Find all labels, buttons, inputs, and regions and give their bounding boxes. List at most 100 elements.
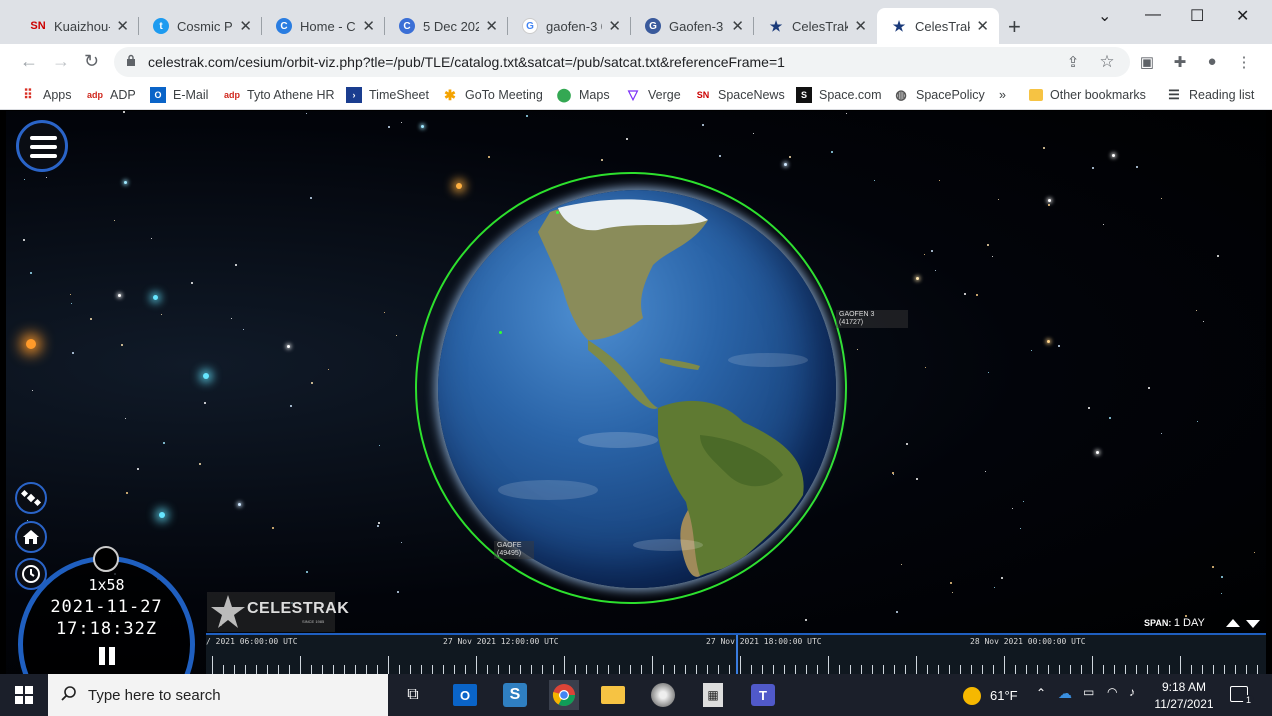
timeline-bar[interactable]: / 2021 06:00:00 UTC 27 Nov 2021 12:00:00… bbox=[206, 633, 1266, 674]
cesium-viewer[interactable]: GAOFEN 3 (41727) GAOFE (49495) 1x58 2021… bbox=[6, 111, 1266, 674]
tab-home[interactable]: C Home - Car ✕ bbox=[262, 8, 385, 44]
globe[interactable] bbox=[415, 172, 847, 604]
timeline-tick bbox=[696, 665, 697, 674]
satellite-label-gaofen3[interactable]: GAOFEN 3 (41727) bbox=[836, 310, 908, 328]
taskbar-search-box[interactable]: Type here to search bbox=[48, 674, 388, 716]
satellite-view-button[interactable] bbox=[15, 482, 47, 514]
close-window-button[interactable]: ✕ bbox=[1236, 6, 1249, 26]
timeline-tick bbox=[905, 665, 906, 674]
hamburger-menu-button[interactable] bbox=[16, 120, 68, 172]
bookmark-email[interactable]: O E-Mail bbox=[150, 85, 208, 105]
forward-button[interactable]: → bbox=[52, 51, 70, 72]
star bbox=[400, 541, 402, 543]
apps-grid-icon: ⠿ bbox=[23, 87, 33, 102]
clock-date[interactable]: 11/27/2021 bbox=[1150, 697, 1218, 711]
battery-icon[interactable]: ▭ bbox=[1083, 685, 1094, 699]
timeline-tick bbox=[971, 665, 972, 674]
tray-chevron-icon[interactable]: ⌃ bbox=[1036, 686, 1046, 700]
zoom-in-arrow[interactable] bbox=[1226, 619, 1240, 627]
bookmark-apps[interactable]: ⠿ Apps bbox=[20, 85, 71, 105]
bookmark-star-icon[interactable]: ☆ bbox=[1098, 52, 1116, 71]
file-explorer-icon[interactable] bbox=[598, 680, 628, 710]
star bbox=[230, 317, 232, 319]
wifi-icon[interactable]: ◠ bbox=[1107, 685, 1117, 699]
close-icon[interactable]: ✕ bbox=[608, 17, 621, 35]
reload-button[interactable]: ↻ bbox=[84, 51, 99, 72]
close-icon[interactable]: ✕ bbox=[731, 17, 744, 35]
star bbox=[1196, 420, 1198, 422]
bookmark-tyto[interactable]: adp Tyto Athene HR bbox=[224, 85, 335, 105]
satellite-marker[interactable] bbox=[556, 211, 559, 214]
bookmark-timesheet[interactable]: › TimeSheet bbox=[346, 85, 429, 105]
satellite-icon bbox=[21, 489, 41, 507]
extension-icon[interactable]: ▣ bbox=[1138, 53, 1156, 71]
satellite-marker[interactable] bbox=[499, 331, 502, 334]
bookmark-label: SpaceNews bbox=[718, 88, 785, 102]
tab-cosmic[interactable]: t Cosmic Per ✕ bbox=[139, 8, 262, 44]
home-view-button[interactable] bbox=[15, 521, 47, 553]
bookmark-verge[interactable]: ▽ Verge bbox=[625, 85, 681, 105]
maximize-button[interactable]: ☐ bbox=[1190, 6, 1204, 26]
tab-5dec[interactable]: C 5 Dec 2021 ✕ bbox=[385, 8, 508, 44]
sigma-app-icon[interactable]: S bbox=[500, 680, 530, 710]
bookmarks-overflow-button[interactable]: » bbox=[999, 85, 1006, 105]
task-view-icon[interactable]: ⧉ bbox=[398, 680, 428, 710]
star bbox=[952, 591, 954, 593]
speed-knob[interactable] bbox=[93, 546, 119, 572]
star bbox=[114, 220, 116, 222]
disc-app-icon[interactable] bbox=[648, 680, 678, 710]
tab-kuaizhou[interactable]: SN Kuaizhou-1 ✕ bbox=[16, 8, 139, 44]
chrome-app-icon[interactable] bbox=[549, 680, 579, 710]
share-icon[interactable]: ⇪ bbox=[1064, 53, 1082, 71]
tab-celestrak[interactable]: ★ CelesTrak ✕ bbox=[754, 8, 877, 44]
star bbox=[30, 272, 33, 275]
star bbox=[1160, 433, 1162, 434]
outlook-app-icon[interactable]: O bbox=[450, 680, 480, 710]
timeline-needle[interactable] bbox=[736, 635, 738, 674]
close-icon[interactable]: ✕ bbox=[239, 17, 252, 35]
star bbox=[783, 162, 787, 166]
weather-temp[interactable]: 61°F bbox=[990, 688, 1018, 703]
other-bookmarks[interactable]: Other bookmarks bbox=[1029, 85, 1146, 105]
tab-gaofen[interactable]: G Gaofen-3 - ✕ bbox=[631, 8, 754, 44]
star bbox=[526, 115, 529, 118]
tab-search-icon[interactable]: ⌄ bbox=[1098, 6, 1111, 26]
clock-time[interactable]: 9:18 AM bbox=[1150, 680, 1218, 694]
bookmark-maps[interactable]: ⬤ Maps bbox=[556, 85, 610, 105]
windows-start-icon[interactable] bbox=[15, 686, 33, 704]
close-icon[interactable]: ✕ bbox=[362, 17, 375, 35]
star bbox=[46, 177, 48, 179]
star bbox=[204, 402, 207, 405]
bookmark-goto[interactable]: ✱ GoTo Meeting bbox=[442, 85, 543, 105]
close-icon[interactable]: ✕ bbox=[976, 17, 989, 35]
star bbox=[984, 471, 986, 473]
close-icon[interactable]: ✕ bbox=[485, 17, 498, 35]
g-icon: G bbox=[645, 18, 661, 34]
tab-celestrak-active[interactable]: ★ CelesTrak ( ✕ bbox=[877, 8, 999, 44]
profile-avatar-icon[interactable]: ● bbox=[1203, 53, 1221, 71]
close-icon[interactable]: ✕ bbox=[116, 17, 129, 35]
address-bar[interactable]: celestrak.com/cesium/orbit-viz.php?tle=/… bbox=[114, 47, 1130, 77]
volume-icon[interactable]: ♪ bbox=[1129, 685, 1135, 699]
close-icon[interactable]: ✕ bbox=[854, 17, 867, 35]
back-button[interactable]: ← bbox=[20, 51, 38, 72]
weather-sun-icon[interactable] bbox=[963, 687, 981, 705]
bookmark-spacecom[interactable]: S Space.com bbox=[796, 85, 882, 105]
timeline-tick bbox=[212, 656, 213, 674]
extensions-puzzle-icon[interactable]: ✚ bbox=[1171, 53, 1189, 71]
zoom-out-arrow[interactable] bbox=[1246, 620, 1260, 628]
timeline-tick bbox=[1081, 665, 1082, 674]
pause-button[interactable] bbox=[97, 647, 117, 665]
calculator-icon[interactable]: ▦ bbox=[698, 680, 728, 710]
new-tab-button[interactable]: + bbox=[1008, 14, 1021, 40]
bookmark-adp[interactable]: adp ADP bbox=[87, 85, 136, 105]
bookmark-spacenews[interactable]: SN SpaceNews bbox=[695, 85, 785, 105]
bookmark-spacepolicy[interactable]: ◍ SpacePolicy bbox=[893, 85, 984, 105]
tab-gaofen-search[interactable]: G gaofen-3 0 ✕ bbox=[508, 8, 631, 44]
onedrive-icon[interactable]: ☁ bbox=[1058, 685, 1072, 702]
teams-app-icon[interactable]: T bbox=[748, 680, 778, 710]
menu-kebab-icon[interactable]: ⋮ bbox=[1235, 53, 1253, 71]
minimize-button[interactable]: — bbox=[1145, 6, 1161, 24]
satellite-label-49495[interactable]: GAOFE (49495) bbox=[494, 541, 534, 559]
reading-list[interactable]: ☰ Reading list bbox=[1166, 85, 1254, 105]
